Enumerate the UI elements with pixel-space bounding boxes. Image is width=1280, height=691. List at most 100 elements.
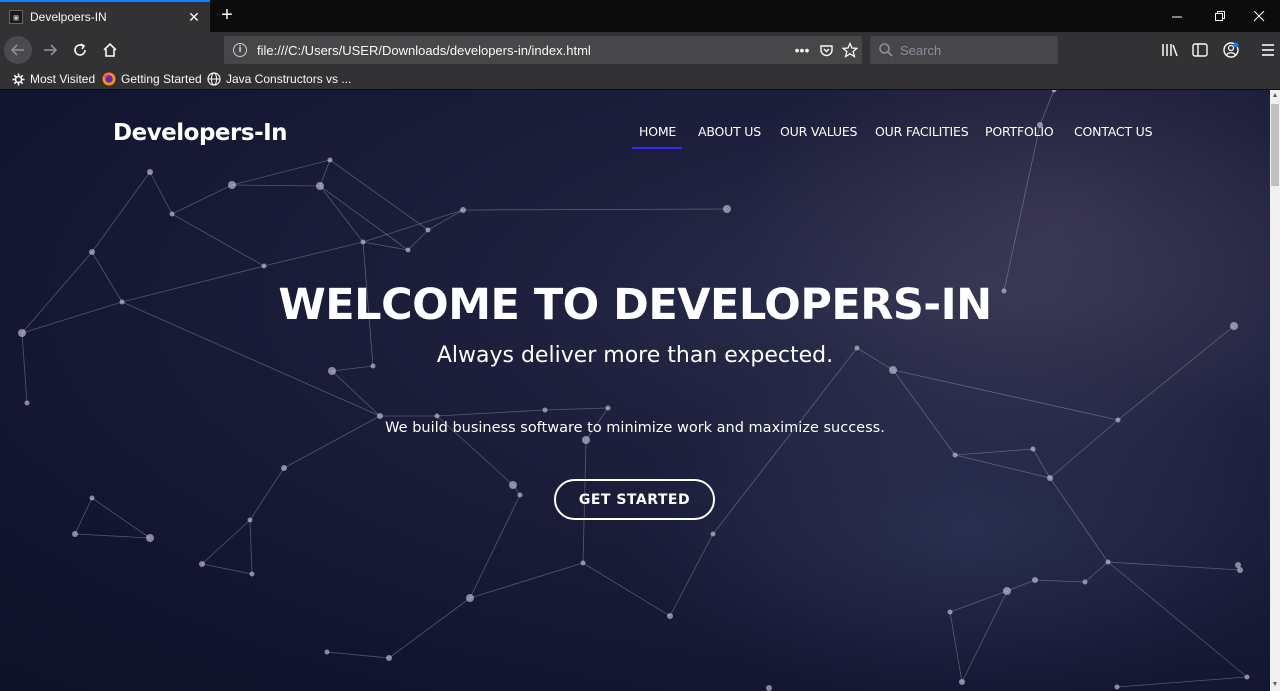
scrollbar-thumb[interactable] <box>1271 104 1279 186</box>
site-logo[interactable]: Developers-In <box>113 120 288 146</box>
network-line <box>1116 676 1248 688</box>
menu-item-portfolio[interactable]: PORTFOLIO <box>985 124 1054 139</box>
back-button[interactable] <box>4 36 32 64</box>
network-line <box>892 369 1119 421</box>
restore-button[interactable] <box>1199 0 1241 32</box>
network-node <box>509 481 517 489</box>
network-line <box>319 159 331 187</box>
bookmark-java-constructors[interactable]: Java Constructors vs ... <box>207 70 351 88</box>
menu-item-home[interactable]: HOME <box>639 124 676 139</box>
bookmark-getting-started[interactable]: Getting Started <box>102 70 202 88</box>
bookmark-label: Getting Started <box>121 72 202 86</box>
network-node <box>146 534 154 542</box>
back-arrow-icon <box>10 44 24 56</box>
network-node <box>466 594 474 602</box>
active-tab[interactable]: ▣ Develpoers-IN ✕ <box>0 0 210 32</box>
bookmark-star-icon[interactable] <box>838 38 862 62</box>
network-node <box>710 531 716 537</box>
home-icon <box>103 42 117 57</box>
network-node <box>169 211 175 217</box>
home-button[interactable] <box>96 36 124 64</box>
network-line <box>1107 561 1241 571</box>
network-node <box>460 207 466 213</box>
navigation-toolbar: i file:///C:/Users/USER/Downloads/develo… <box>0 32 1280 68</box>
network-node <box>1244 674 1250 680</box>
scroll-down-icon[interactable]: ▼ <box>1271 681 1279 689</box>
network-line <box>712 347 858 535</box>
network-line <box>74 533 151 539</box>
network-node <box>1030 446 1036 452</box>
scroll-up-icon[interactable]: ▲ <box>1271 92 1279 100</box>
page-icon: ▣ <box>9 10 23 24</box>
network-node <box>147 169 153 175</box>
menu-item-contact-us[interactable]: CONTACT US <box>1074 124 1153 139</box>
network-line <box>407 229 429 251</box>
network-line <box>669 533 714 617</box>
network-line <box>436 409 546 417</box>
network-line <box>544 407 609 411</box>
bookmark-most-visited[interactable]: Most Visited <box>11 70 95 88</box>
page-actions-icon[interactable]: ••• <box>790 38 814 62</box>
network-node <box>667 613 673 619</box>
search-input[interactable] <box>900 42 1050 58</box>
forward-button[interactable] <box>36 36 64 64</box>
network-node <box>517 492 523 498</box>
network-node <box>952 452 958 458</box>
page-scrollbar[interactable]: ▲ ▼ <box>1270 90 1280 691</box>
tab-title: Develpoers-IN <box>30 10 107 24</box>
network-node <box>542 407 548 413</box>
network-node <box>959 679 965 685</box>
network-node <box>249 571 255 577</box>
new-tab-button[interactable]: + <box>216 5 238 27</box>
sidebar-icon[interactable] <box>1190 40 1210 60</box>
network-line <box>961 590 1008 683</box>
network-line <box>1117 325 1235 421</box>
menu-item-about-us[interactable]: ABOUT US <box>698 124 761 139</box>
account-icon[interactable] <box>1221 40 1241 60</box>
restore-icon <box>1214 10 1225 21</box>
network-node <box>18 329 26 337</box>
network-line <box>427 209 464 231</box>
network-node <box>327 157 333 163</box>
url-text[interactable]: file:///C:/Users/USER/Downloads/develope… <box>257 43 790 58</box>
network-line <box>954 454 1051 479</box>
network-line <box>171 184 233 215</box>
address-bar[interactable]: i file:///C:/Users/USER/Downloads/develo… <box>224 36 862 64</box>
network-line <box>1032 448 1051 479</box>
menu-item-our-facilities[interactable]: OUR FACILITIES <box>875 124 969 139</box>
minimize-button[interactable] <box>1156 0 1198 32</box>
network-node <box>766 685 772 691</box>
network-node <box>1003 587 1011 595</box>
info-icon[interactable]: i <box>233 43 247 57</box>
close-tab-icon[interactable]: ✕ <box>186 9 202 25</box>
network-line <box>582 562 671 617</box>
network-line <box>1039 90 1055 126</box>
bookmark-label: Java Constructors vs ... <box>226 72 352 86</box>
network-line <box>462 208 728 211</box>
pocket-icon[interactable] <box>814 38 838 62</box>
network-line <box>1107 561 1248 678</box>
library-icon[interactable] <box>1160 40 1180 60</box>
network-node <box>247 517 253 523</box>
globe-icon <box>207 72 221 86</box>
network-node <box>582 436 590 444</box>
network-line <box>91 171 151 253</box>
network-node <box>1047 475 1053 481</box>
hero-subtitle: Always deliver more than expected. <box>436 343 834 368</box>
menu-item-our-values[interactable]: OUR VALUES <box>780 124 857 139</box>
network-line <box>388 597 471 659</box>
menu-hamburger-icon[interactable] <box>1258 40 1278 60</box>
network-line <box>231 184 321 187</box>
search-bar[interactable] <box>870 36 1058 64</box>
network-line <box>1003 124 1041 292</box>
network-node <box>947 609 953 615</box>
network-line <box>469 562 584 599</box>
network-line <box>1034 579 1086 583</box>
get-started-button[interactable]: GET STARTED <box>554 479 715 520</box>
network-node <box>1235 562 1241 568</box>
close-window-button[interactable] <box>1238 0 1280 32</box>
reload-button[interactable] <box>66 36 94 64</box>
network-node <box>1032 577 1038 583</box>
bookmarks-toolbar: Most Visited Getting Started Java Constr… <box>0 68 1280 90</box>
network-node <box>1082 579 1088 585</box>
